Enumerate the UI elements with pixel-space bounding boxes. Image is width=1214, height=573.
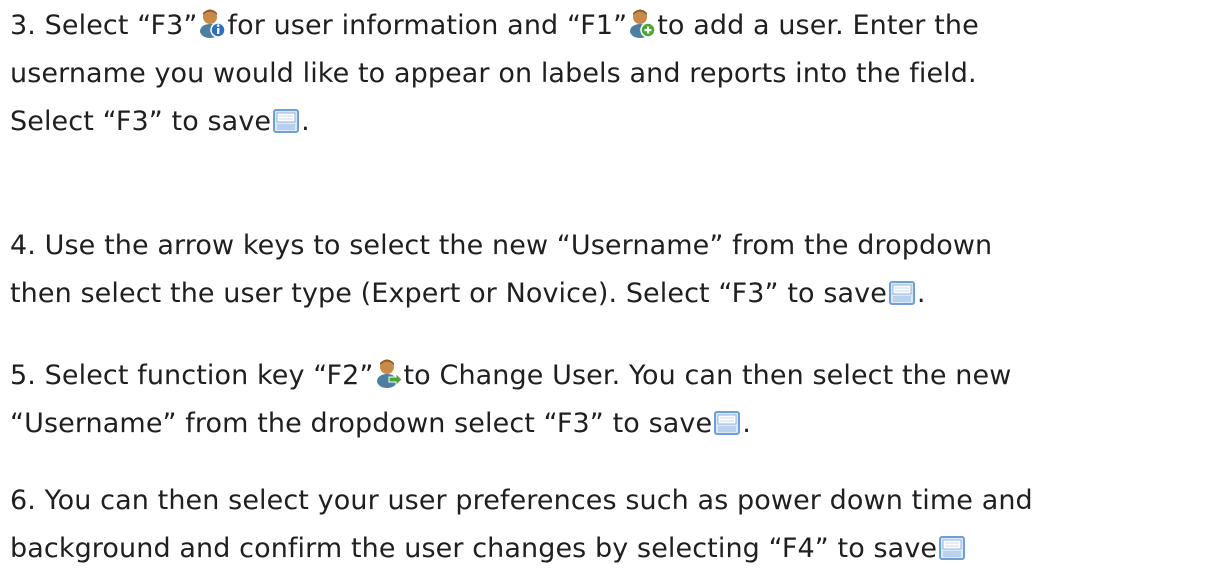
- step-4-line-2: then select the user type (Expert or Nov…: [10, 270, 1210, 318]
- step-3-text: username you would like to appear on lab…: [10, 58, 977, 89]
- step-3-text: to add a user. Enter the: [657, 10, 979, 41]
- step-3-line-3: Select “F3” to save.: [10, 98, 1210, 146]
- step-5-text: .: [742, 408, 751, 439]
- user-info-icon: [198, 8, 227, 38]
- step-3-text: .: [301, 106, 310, 137]
- step-4-paragraph: 4. Use the arrow keys to select the new …: [10, 222, 1210, 318]
- step-4-text: .: [916, 278, 926, 309]
- step-4-text: then select the user type (Expert or Nov…: [10, 278, 887, 309]
- step-6-line-1: 6. You can then select your user prefere…: [10, 477, 1210, 525]
- step-5-line-2: “Username” from the dropdown select “F3”…: [10, 400, 1210, 448]
- step-3-text: 3. Select “F3”: [10, 10, 198, 41]
- step-6-text: background and confirm the user changes …: [10, 533, 938, 564]
- step-5-text: 5. Select function key “F2”: [10, 360, 374, 391]
- change-user-icon: [375, 358, 403, 388]
- step-3-line-2: username you would like to appear on lab…: [10, 50, 1210, 98]
- step-3-paragraph: 3. Select “F3” for user information and “…: [10, 2, 1210, 146]
- save-icon: [938, 531, 966, 561]
- step-5-paragraph: 5. Select function key “F2” to Change Use…: [10, 352, 1210, 448]
- save-icon: [272, 104, 300, 134]
- step-6-text: 6. You can then select your user prefere…: [10, 485, 1033, 516]
- add-user-icon: [628, 8, 656, 38]
- step-4-text: 4. Use the arrow keys to select the new …: [10, 230, 993, 261]
- save-icon: [888, 276, 916, 306]
- step-6-paragraph: 6. You can then select your user prefere…: [10, 477, 1210, 573]
- step-5-line-1: 5. Select function key “F2” to Change Use…: [10, 352, 1210, 400]
- step-3-text: for user information and “F1”: [227, 10, 628, 41]
- step-3-text: Select “F3” to save: [10, 106, 272, 137]
- step-5-text: “Username” from the dropdown select “F3”…: [10, 408, 713, 439]
- save-icon: [713, 406, 741, 436]
- step-3-line-1: 3. Select “F3” for user information and “…: [10, 2, 1210, 50]
- step-5-text: to Change User. You can then select the …: [403, 360, 1012, 391]
- step-4-line-1: 4. Use the arrow keys to select the new …: [10, 222, 1210, 270]
